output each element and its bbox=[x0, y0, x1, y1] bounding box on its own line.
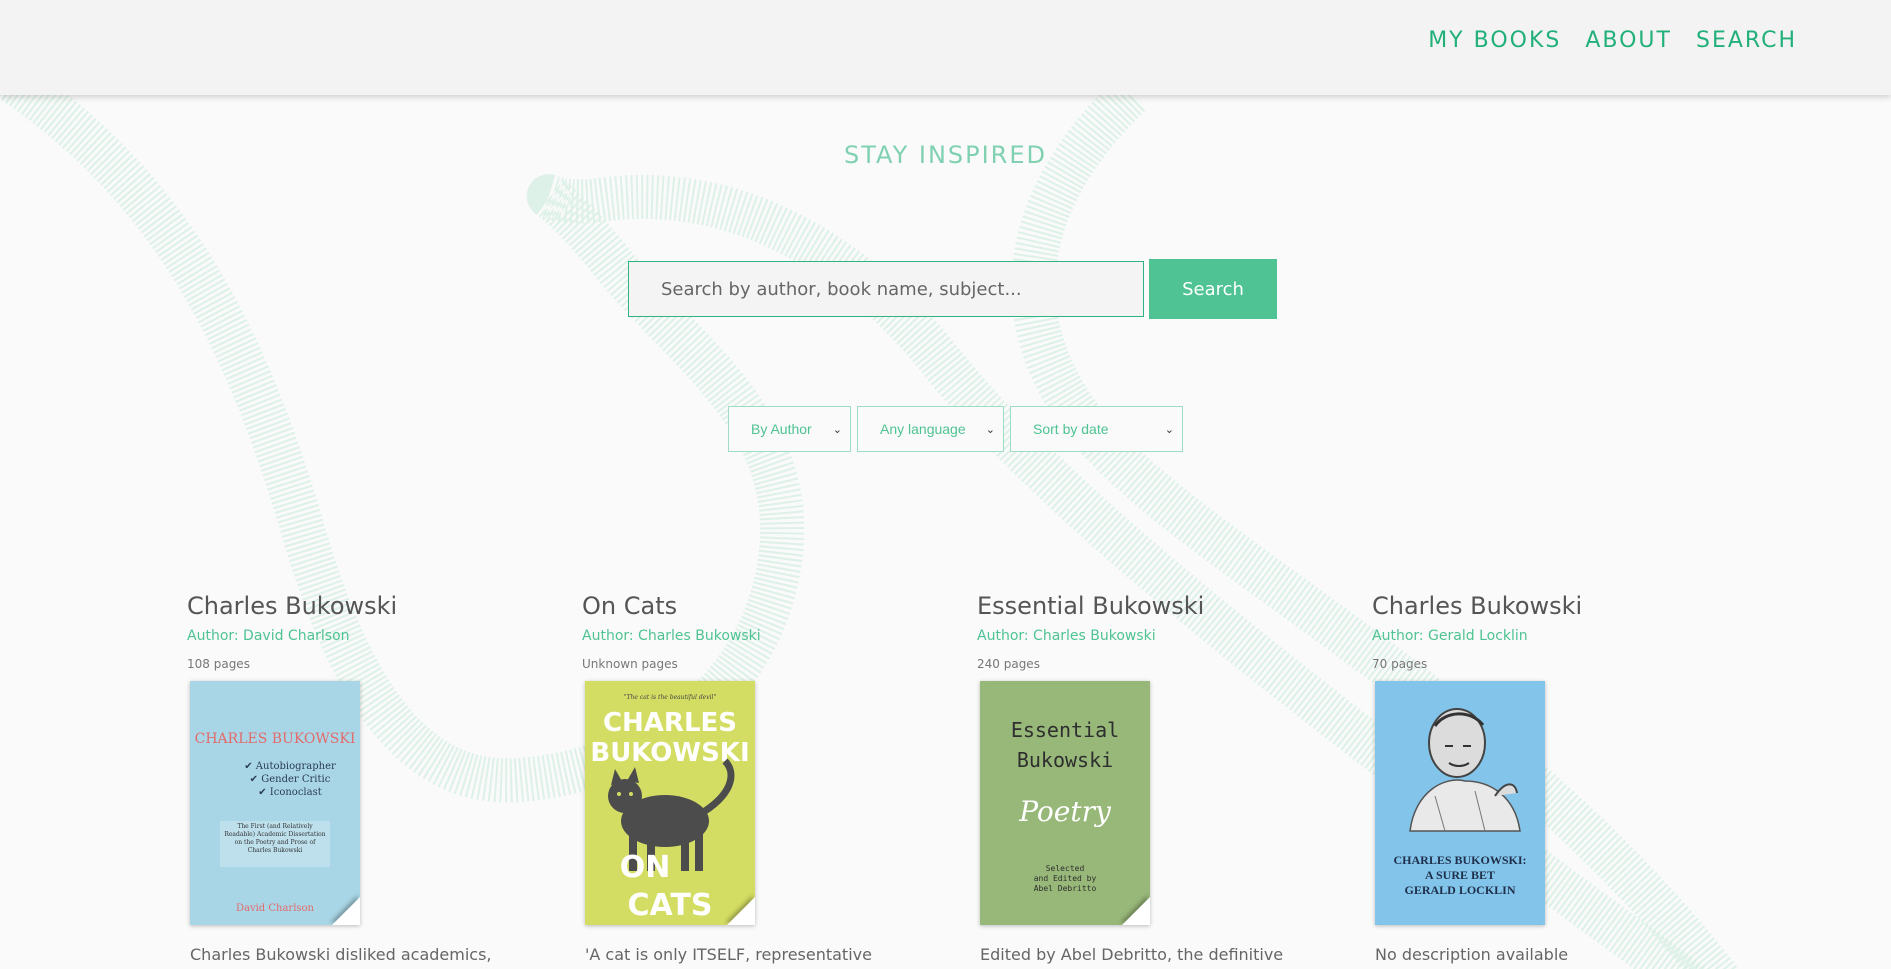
filter-bar: By Author ⌄ Any language ⌄ Sort by date … bbox=[728, 406, 1183, 452]
page-curl-icon bbox=[1122, 897, 1150, 925]
filter-language-value: Any language bbox=[880, 421, 966, 437]
main-nav: MY BOOKS ABOUT SEARCH bbox=[1428, 28, 1797, 53]
search-button[interactable]: Search bbox=[1149, 259, 1277, 319]
nav-search-link[interactable]: SEARCH bbox=[1696, 28, 1797, 53]
book-card[interactable]: Charles Bukowski Author: Gerald Locklin … bbox=[1372, 592, 1702, 964]
book-card[interactable]: Charles Bukowski Author: David Charlson … bbox=[187, 592, 517, 964]
page-curl-icon bbox=[332, 897, 360, 925]
book-cover-art: Essential Bukowski Poetry Selected and E… bbox=[980, 681, 1150, 925]
cover-caption: CHARLES BUKOWSKI: bbox=[1393, 853, 1526, 867]
cover-subtitle: The First (and Relatively Readable) Acad… bbox=[224, 823, 326, 854]
cover-heading: CHARLES bbox=[603, 708, 737, 738]
filter-type-value: By Author bbox=[751, 421, 812, 437]
chevron-down-icon: ⌄ bbox=[1164, 423, 1174, 436]
book-cover[interactable]: Essential Bukowski Poetry Selected and E… bbox=[980, 681, 1150, 925]
book-title[interactable]: Charles Bukowski bbox=[187, 592, 517, 620]
book-pages: Unknown pages bbox=[582, 657, 678, 671]
cover-footer: ON bbox=[620, 850, 671, 885]
cover-checklist-item: ✔ Iconoclast bbox=[258, 787, 322, 798]
nav-about-link[interactable]: ABOUT bbox=[1585, 28, 1672, 53]
cover-footer: CATS bbox=[628, 888, 713, 923]
cover-heading: CHARLES BUKOWSKI bbox=[195, 731, 356, 747]
book-cover[interactable]: CHARLES BUKOWSKI ✔ Autobiographer ✔ Gend… bbox=[190, 681, 360, 925]
book-title[interactable]: Essential Bukowski bbox=[977, 592, 1307, 620]
filter-sort-value: Sort by date bbox=[1033, 421, 1109, 437]
cover-checklist-item: ✔ Gender Critic bbox=[250, 774, 331, 785]
book-author: Author: Charles Bukowski bbox=[582, 628, 761, 644]
nav-my-books-link[interactable]: MY BOOKS bbox=[1428, 28, 1561, 53]
book-pages: 108 pages bbox=[187, 657, 250, 671]
cover-footer: David Charlson bbox=[236, 903, 315, 914]
book-cover[interactable]: "The cat is the beautiful devil" CHARLES… bbox=[585, 681, 755, 925]
hero-tagline: STAY INSPIRED bbox=[843, 141, 1047, 169]
chevron-down-icon: ⌄ bbox=[985, 423, 995, 436]
book-description: Edited by Abel Debritto, the definitive bbox=[980, 945, 1284, 964]
book-cover-art: "The cat is the beautiful devil" CHARLES… bbox=[585, 681, 755, 925]
search-bar: Search bbox=[628, 259, 1277, 319]
top-header: MY BOOKS ABOUT SEARCH bbox=[0, 0, 1891, 95]
filter-language-select[interactable]: Any language ⌄ bbox=[857, 406, 1004, 452]
book-description: Charles Bukowski disliked academics, bbox=[190, 945, 492, 964]
cover-caption: GERALD LOCKLIN bbox=[1404, 883, 1515, 897]
cover-credit: and Edited by bbox=[1034, 874, 1097, 883]
book-cover-art: CHARLES BUKOWSKI ✔ Autobiographer ✔ Gend… bbox=[190, 681, 360, 925]
book-author: Author: Charles Bukowski bbox=[977, 628, 1156, 644]
filter-type-select[interactable]: By Author ⌄ bbox=[728, 406, 851, 452]
cover-checklist-item: ✔ Autobiographer bbox=[244, 761, 336, 772]
chevron-down-icon: ⌄ bbox=[832, 423, 842, 436]
cover-credit: Selected bbox=[1046, 864, 1085, 873]
cover-credit: Abel Debritto bbox=[1034, 884, 1097, 893]
book-card[interactable]: Essential Bukowski Author: Charles Bukow… bbox=[977, 592, 1307, 964]
book-cover[interactable]: CHARLES BUKOWSKI: A SURE BET GERALD LOCK… bbox=[1375, 681, 1545, 925]
book-pages: 240 pages bbox=[977, 657, 1040, 671]
cover-heading: Essential bbox=[1011, 718, 1119, 742]
cover-script: Poetry bbox=[1018, 795, 1112, 828]
book-description: 'A cat is only ITSELF, representative bbox=[585, 945, 872, 964]
cover-heading: Bukowski bbox=[1017, 748, 1113, 772]
book-card[interactable]: On Cats Author: Charles Bukowski Unknown… bbox=[582, 592, 912, 964]
book-author: Author: Gerald Locklin bbox=[1372, 628, 1528, 644]
filter-sort-select[interactable]: Sort by date ⌄ bbox=[1010, 406, 1183, 452]
book-author: Author: David Charlson bbox=[187, 628, 350, 644]
cover-caption: A SURE BET bbox=[1425, 868, 1495, 882]
book-title[interactable]: Charles Bukowski bbox=[1372, 592, 1702, 620]
book-cover-art: CHARLES BUKOWSKI: A SURE BET GERALD LOCK… bbox=[1375, 681, 1545, 925]
search-input[interactable] bbox=[628, 261, 1144, 317]
book-description: No description available bbox=[1375, 945, 1569, 964]
book-title[interactable]: On Cats bbox=[582, 592, 912, 620]
cover-quote: "The cat is the beautiful devil" bbox=[624, 694, 717, 701]
book-pages: 70 pages bbox=[1372, 657, 1428, 671]
page-curl-icon bbox=[727, 897, 755, 925]
